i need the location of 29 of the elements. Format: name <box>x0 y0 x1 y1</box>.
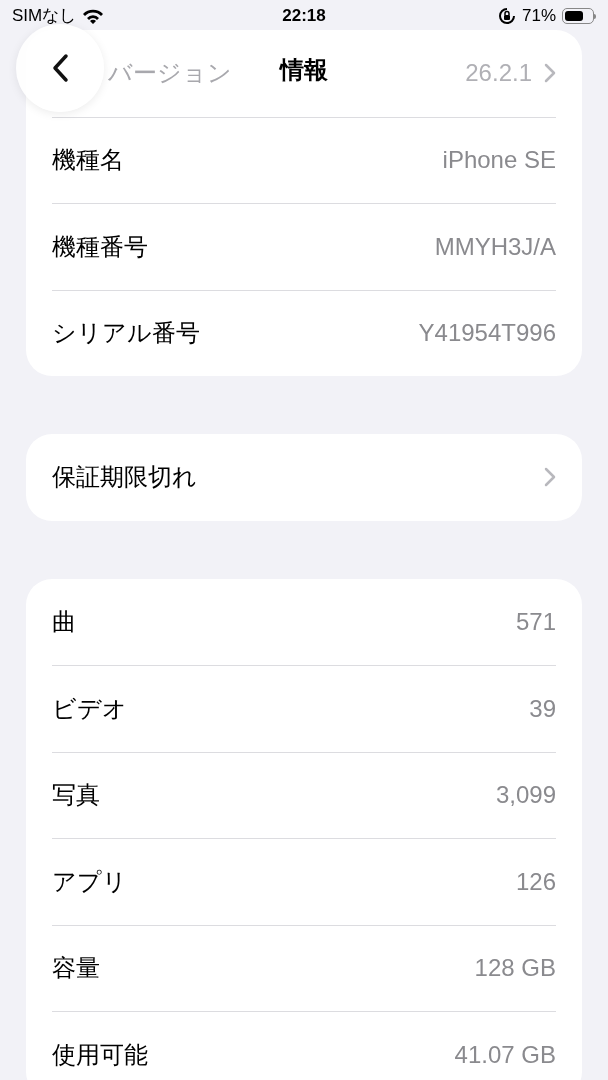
row-label: 写真 <box>52 780 100 811</box>
row-label: 曲 <box>52 606 76 637</box>
row-label: 機種名 <box>52 145 124 176</box>
clock-text: 22:18 <box>281 5 327 28</box>
row-value: MMYH3J/A <box>434 231 556 262</box>
row-label: 容量 <box>52 953 100 984</box>
row-label: 保証期限切れ <box>52 462 197 493</box>
row-value: 3,099 <box>495 780 556 811</box>
row-value: 39 <box>529 693 556 724</box>
rotation-lock-icon <box>497 7 516 25</box>
row-value: 26.2.1 <box>465 58 532 89</box>
row-value: 571 <box>515 606 556 637</box>
battery-icon <box>562 8 596 24</box>
row-value: 41.07 GB <box>454 1039 556 1070</box>
row-value: 126 <box>515 866 556 897</box>
row-value: iPhone SE <box>442 145 556 176</box>
row-value: 128 GB <box>474 953 556 984</box>
carrier-text: SIMなし <box>12 5 77 28</box>
back-chevron-icon <box>51 53 69 83</box>
row-label: 使用可能 <box>52 1039 148 1070</box>
row-label: シリアル番号 <box>52 318 200 349</box>
row-label: アプリ <box>52 866 127 897</box>
wifi-icon <box>82 8 105 24</box>
page-title: 情報 <box>278 55 329 85</box>
row-label: 機種番号 <box>52 231 148 262</box>
battery-percent: 71% <box>521 5 556 28</box>
row-label: ビデオ <box>52 693 127 724</box>
row-label: バージョン <box>108 58 232 89</box>
row-value: Y41954T996 <box>418 318 556 349</box>
